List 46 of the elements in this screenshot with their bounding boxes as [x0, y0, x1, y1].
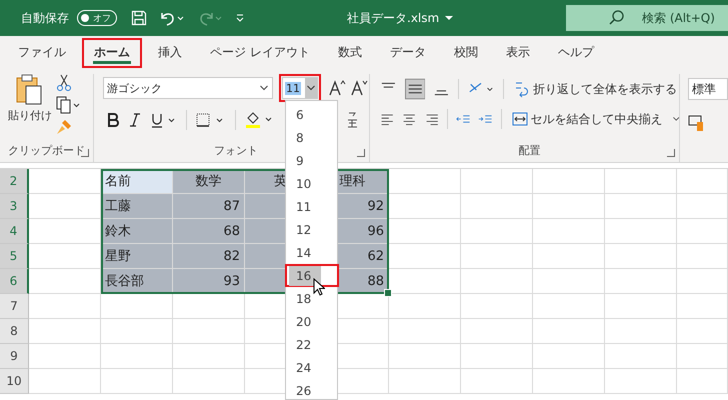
search-field[interactable]: 検索 (Alt+Q)	[566, 5, 728, 31]
ribbon-tab[interactable]: 校閲	[442, 38, 490, 68]
row-header[interactable]: 9	[0, 344, 29, 369]
number-format-field[interactable]: 標準	[688, 78, 728, 100]
table-cell: 87	[173, 194, 245, 219]
table-cell: 鈴木	[101, 219, 173, 244]
font-size-option[interactable]: 8	[285, 126, 339, 149]
merge-center-button[interactable]: セルを結合して中央揃え	[510, 110, 665, 128]
ribbon-tab[interactable]: ファイル	[6, 38, 78, 68]
ribbon-tab[interactable]: ページ レイアウト	[198, 38, 322, 68]
table-cell: 工藤	[101, 194, 173, 219]
font-size-field[interactable]: 11	[282, 77, 318, 99]
font-size-option[interactable]: 6	[285, 103, 339, 126]
ribbon-tab[interactable]: 数式	[326, 38, 374, 68]
row-header[interactable]: 8	[0, 319, 29, 344]
font-size-option[interactable]: 9	[285, 149, 339, 172]
wrap-text-button[interactable]: 折り返して全体を表示する	[512, 80, 679, 98]
autosave-label: 自動保存	[21, 10, 69, 26]
group-label: フォント	[214, 143, 258, 158]
autosave-toggle[interactable]: オフ	[77, 10, 117, 26]
table-cell: 68	[173, 219, 245, 244]
ribbon-tab[interactable]: ヘルプ	[546, 38, 606, 68]
row-header[interactable]: 6	[0, 269, 29, 294]
row-header[interactable]: 5	[0, 244, 29, 269]
ribbon-tab[interactable]: 表示	[494, 38, 542, 68]
font-size-option[interactable]: 20	[285, 310, 339, 333]
table-cell: 82	[173, 244, 245, 269]
table-cell: 数学	[173, 169, 245, 194]
row-header[interactable]: 10	[0, 369, 29, 394]
file-name[interactable]: 社員データ.xlsm	[347, 10, 440, 26]
font-size-option[interactable]: 26	[285, 379, 339, 400]
font-size-option[interactable]: 24	[285, 356, 339, 379]
group-label: クリップボード	[8, 143, 85, 158]
group-label: 配置	[518, 143, 540, 158]
row-header[interactable]: 3	[0, 194, 29, 219]
table-cell: 93	[173, 269, 245, 294]
row-header[interactable]: 4	[0, 219, 29, 244]
table-cell: 星野	[101, 244, 173, 269]
ribbon-tab[interactable]: ホーム	[82, 38, 142, 68]
ribbon-tab[interactable]: 挿入	[146, 38, 194, 68]
ribbon-tab[interactable]: データ	[378, 38, 438, 68]
row-header[interactable]: 7	[0, 294, 29, 319]
font-size-option[interactable]: 22	[285, 333, 339, 356]
row-header[interactable]: 2	[0, 169, 29, 194]
paste-button[interactable]: 貼り付け	[8, 74, 52, 136]
font-name-field[interactable]: 游ゴシック	[103, 77, 273, 99]
